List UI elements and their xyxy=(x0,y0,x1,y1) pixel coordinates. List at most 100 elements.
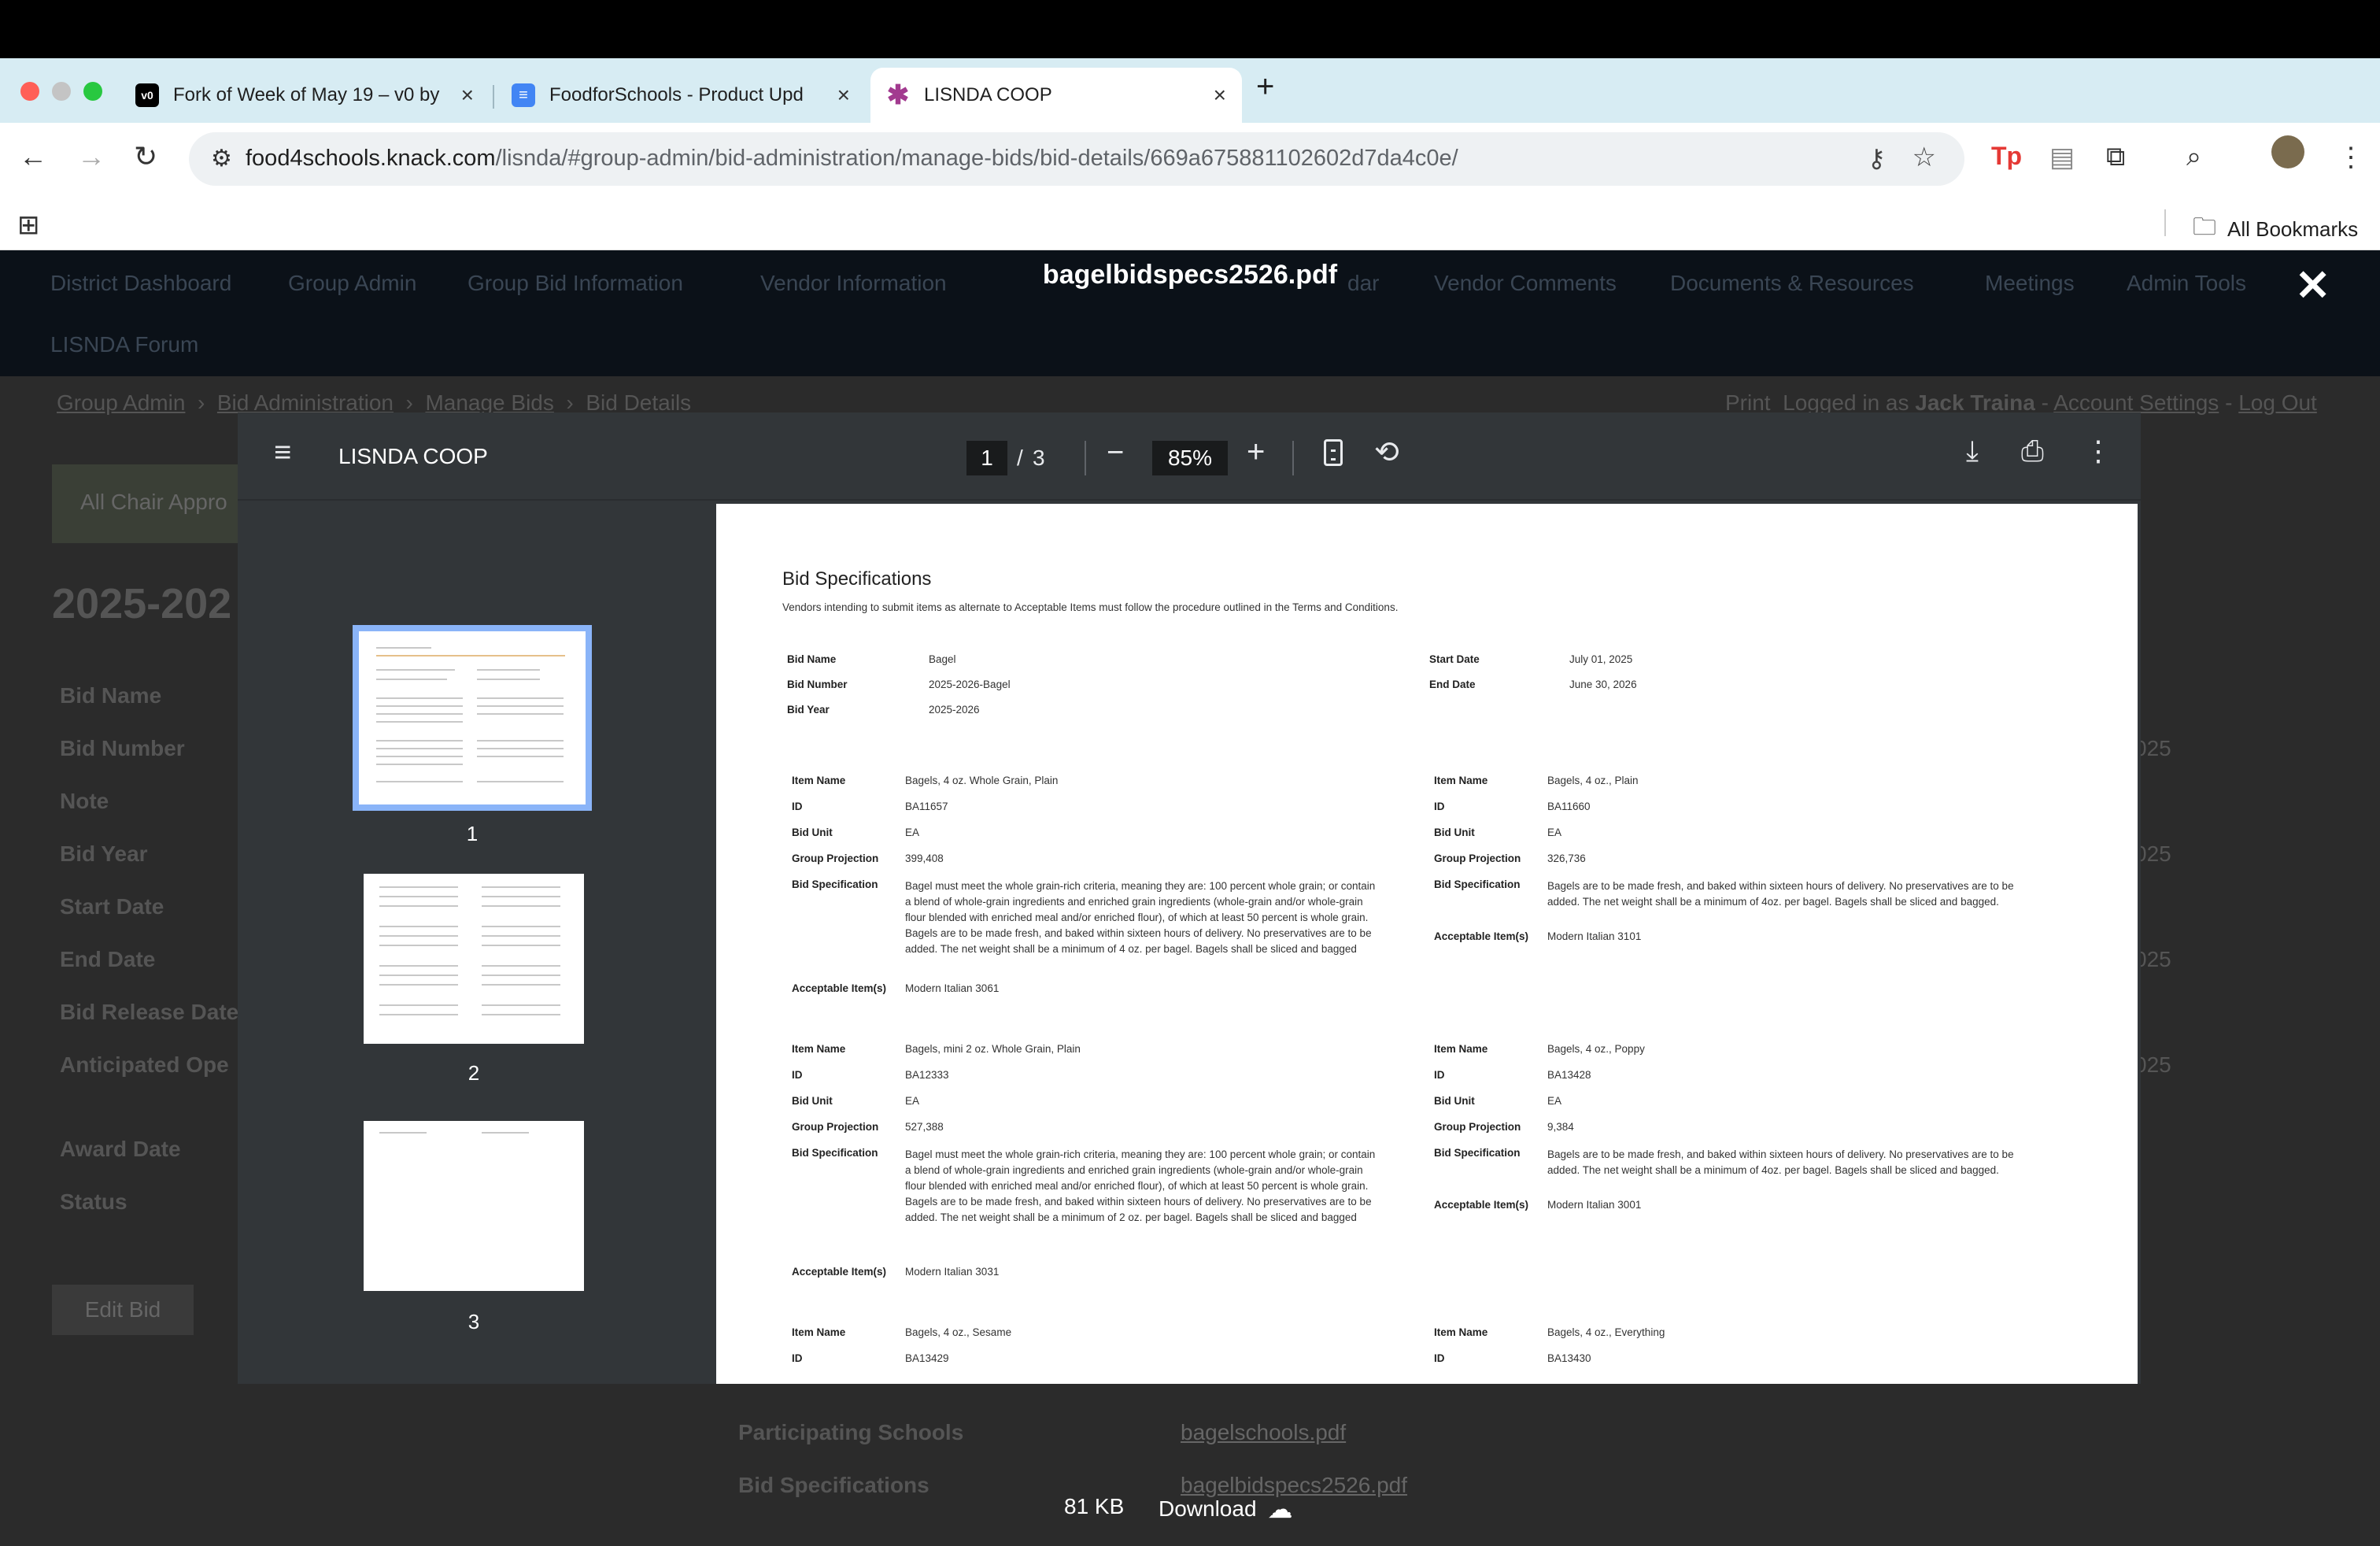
address-bar[interactable]: ⚙ food4schools.knack.com/lisnda/#group-a… xyxy=(189,132,1964,186)
item-unit: EA xyxy=(905,1095,920,1107)
item-unit: EA xyxy=(905,827,920,838)
pdf-toolbar: ≡ LISNDA COOP 1 / 3 − 85% + ⟲ ⤓ ⎙ ⋮ xyxy=(238,412,2141,501)
field-label: ID xyxy=(792,1352,803,1364)
site-info-icon[interactable]: ⚙ xyxy=(211,145,232,172)
bookmarks-bar: ⊞ 🗀 All Bookmarks xyxy=(0,195,2380,250)
close-tab-icon[interactable]: × xyxy=(1214,83,1226,108)
field-label: Bid Specification xyxy=(792,878,878,890)
thumbnail-sidebar: 1 2 3 xyxy=(238,501,710,1384)
field-label: Start Date xyxy=(1429,653,1480,665)
minimize-window-button[interactable] xyxy=(52,82,71,101)
edit-bid-button[interactable]: Edit Bid xyxy=(52,1285,194,1335)
field-label: Bid Specification xyxy=(1434,1147,1521,1159)
close-tab-icon[interactable]: × xyxy=(837,83,850,108)
field-label: ID xyxy=(1434,1069,1445,1081)
zoom-window-button[interactable] xyxy=(83,82,102,101)
tab-bar: v0 Fork of Week of May 19 – v0 by × ≡ Fo… xyxy=(0,58,2380,123)
tab-foodforschools[interactable]: ≡ FoodforSchools - Product Upd × xyxy=(496,68,866,123)
close-modal-icon[interactable]: ✕ xyxy=(2295,264,2330,307)
field-label: Bid Unit xyxy=(1434,827,1475,838)
tp-extension-icon[interactable]: Tp xyxy=(1991,142,2022,171)
rotate-icon[interactable]: ⟲ xyxy=(1374,435,1399,470)
item-name: Bagels, 4 oz., Sesame xyxy=(905,1326,1012,1338)
zoom-level-input[interactable]: 85% xyxy=(1152,441,1228,475)
field-label: Bid Unit xyxy=(792,1095,833,1107)
account-settings-link[interactable]: Account Settings xyxy=(2053,390,2219,415)
field-label: Bid Name xyxy=(787,653,837,665)
close-tab-icon[interactable]: × xyxy=(461,83,474,108)
close-window-button[interactable] xyxy=(20,82,39,101)
participating-schools-file-link[interactable]: bagelschools.pdf xyxy=(1181,1420,1346,1445)
bookmarks-divider xyxy=(2164,209,2166,236)
item-projection: 399,408 xyxy=(905,853,944,864)
folder-icon: 🗀 xyxy=(2193,214,2216,240)
item-unit: EA xyxy=(1547,827,1562,838)
url-text[interactable]: food4schools.knack.com/lisnda/#group-adm… xyxy=(246,146,1458,172)
fit-to-page-icon[interactable] xyxy=(1324,439,1343,466)
page-number-input[interactable]: 1 xyxy=(966,441,1007,475)
item-projection: 326,736 xyxy=(1547,853,1586,864)
item-specification: Bagel must meet the whole grain-rich cri… xyxy=(905,1148,1376,1223)
tab-search-icon[interactable]: ⌕ xyxy=(2186,142,2201,172)
print-link[interactable]: Print xyxy=(1725,390,1771,415)
profile-avatar[interactable] xyxy=(2271,135,2304,168)
download-button[interactable]: Download ☁ xyxy=(1159,1494,1293,1524)
zoom-out-icon[interactable]: − xyxy=(1107,436,1124,470)
breadcrumb-group-admin[interactable]: Group Admin xyxy=(57,390,185,415)
download-icon[interactable]: ⤓ xyxy=(1966,435,1979,468)
thumbnail-page-1[interactable] xyxy=(353,625,592,811)
zoom-in-icon[interactable]: + xyxy=(1247,435,1265,470)
more-menu-icon[interactable]: ⋮ xyxy=(2338,142,2364,173)
document-subheading: Vendors intending to submit items as alt… xyxy=(782,601,1399,613)
bookmark-star-icon[interactable]: ☆ xyxy=(1913,142,1936,173)
field-label: Bid Unit xyxy=(1434,1095,1475,1107)
forward-arrow-icon[interactable]: → xyxy=(77,140,105,173)
item-name: Bagels, 4 oz. Whole Grain, Plain xyxy=(905,775,1059,786)
item-specification: Bagels are to be made fresh, and baked w… xyxy=(1547,880,2014,908)
menu-hamburger-icon[interactable]: ≡ xyxy=(274,436,291,470)
tab-fork-week[interactable]: v0 Fork of Week of May 19 – v0 by × xyxy=(120,68,490,123)
screen: v0 Fork of Week of May 19 – v0 by × ≡ Fo… xyxy=(0,0,2380,1546)
more-options-icon[interactable]: ⋮ xyxy=(2084,435,2112,468)
reload-icon[interactable]: ↻ xyxy=(134,140,157,173)
field-label: End Date xyxy=(60,947,156,971)
pdf-document-title: LISNDA COOP xyxy=(338,444,488,468)
field-label: Item Name xyxy=(1434,1043,1488,1055)
nav-lisnda-forum[interactable]: LISNDA Forum xyxy=(50,332,198,357)
item-name: Bagels, 4 oz., Everything xyxy=(1547,1326,1665,1338)
back-arrow-icon[interactable]: ← xyxy=(19,140,47,173)
apps-grid-icon[interactable]: ⊞ xyxy=(17,209,40,241)
all-bookmarks-button[interactable]: 🗀 All Bookmarks xyxy=(2193,209,2358,250)
field-label: Award Date xyxy=(60,1137,181,1161)
tab-title: Fork of Week of May 19 – v0 by xyxy=(173,84,440,105)
v0-favicon-icon: v0 xyxy=(135,83,159,107)
breadcrumb-bid-administration[interactable]: Bid Administration xyxy=(217,390,394,415)
item-id: BA13428 xyxy=(1547,1069,1591,1081)
field-label: Bid Release Date xyxy=(60,1000,239,1024)
breadcrumb-manage-bids[interactable]: Manage Bids xyxy=(425,390,553,415)
tab-lisnda-coop[interactable]: ✱ LISNDA COOP × xyxy=(870,68,1242,123)
print-icon[interactable]: ⎙ xyxy=(2021,435,2044,468)
field-label: Participating Schools xyxy=(738,1420,964,1444)
breadcrumb-bid-details: Bid Details xyxy=(586,390,692,415)
field-label: Status xyxy=(60,1189,128,1214)
all-bookmarks-label: All Bookmarks xyxy=(2227,217,2359,241)
item-name: Bagels, 4 oz., Poppy xyxy=(1547,1043,1645,1055)
thumbnail-page-3[interactable] xyxy=(364,1121,584,1291)
item-id: BA11660 xyxy=(1547,801,1591,812)
thumbnail-page-2[interactable] xyxy=(364,874,584,1044)
file-size: 81 KB xyxy=(1064,1494,1125,1518)
field-label: ID xyxy=(792,801,803,812)
thumbnail-label: 2 xyxy=(468,1061,480,1085)
extensions-puzzle-icon[interactable]: ⧉ xyxy=(2106,142,2125,172)
toolbar-divider xyxy=(1085,441,1086,475)
menu-bar-strip xyxy=(0,0,2380,58)
field-label: Item Name xyxy=(792,775,846,786)
password-key-icon[interactable]: ⚷ xyxy=(1868,143,1886,173)
log-out-link[interactable]: Log Out xyxy=(2238,390,2317,415)
breadcrumb-separator: › xyxy=(399,390,426,415)
field-label: Bid Year xyxy=(60,841,148,866)
field-label: Acceptable Item(s) xyxy=(1434,1199,1529,1211)
new-tab-icon[interactable]: + xyxy=(1256,69,1274,105)
document-extension-icon[interactable]: ▤ xyxy=(2049,142,2075,173)
